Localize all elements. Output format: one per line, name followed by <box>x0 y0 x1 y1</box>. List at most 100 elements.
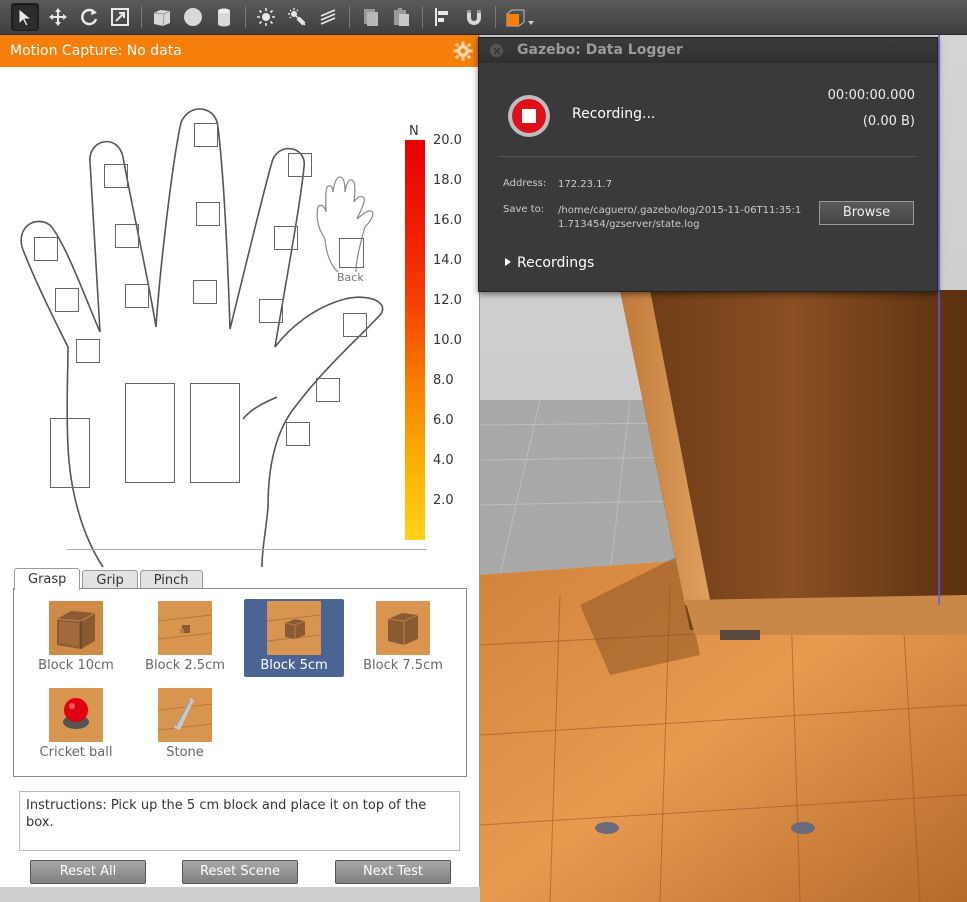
recording-size: (0.00 B) <box>862 114 915 129</box>
sensor-middle-base <box>193 280 217 304</box>
rotate-mode-button[interactable] <box>75 3 103 31</box>
sphere-icon <box>184 8 202 26</box>
save-to-label: Save to: <box>503 204 545 215</box>
task-tabs: Grasp Grip Pinch <box>14 568 205 590</box>
paste-button[interactable] <box>387 3 415 31</box>
object-block-7-5cm[interactable]: Block 7.5cm <box>353 599 453 677</box>
recording-time: 00:00:00.000 <box>827 88 915 103</box>
sensor-middle-mid <box>196 202 220 226</box>
force-unit-label: N <box>409 124 419 139</box>
spotlight-icon <box>288 8 306 26</box>
magnet-icon <box>467 10 481 25</box>
logger-title: Gazebo: Data Logger <box>517 42 683 58</box>
data-logger-dialog: Gazebo: Data Logger Recording... 00:00:0… <box>478 37 938 292</box>
spot-light-button[interactable] <box>283 3 311 31</box>
arrow-cursor-icon <box>18 8 33 27</box>
view-angle-button[interactable] <box>502 3 536 31</box>
panel-header: Motion Capture: No data <box>0 35 479 67</box>
sensor-index-base <box>259 299 283 323</box>
select-mode-button[interactable] <box>11 3 39 31</box>
directional-light-icon <box>320 9 336 25</box>
tab-grasp[interactable]: Grasp <box>14 568 81 590</box>
scale-tick: 4.0 <box>433 453 454 468</box>
stone-thumbnail <box>158 688 212 742</box>
address-value: 172.23.1.7 <box>558 179 613 190</box>
scale-tick: 6.0 <box>433 413 454 428</box>
paste-icon <box>394 8 409 26</box>
sensor-index-mid <box>274 226 298 250</box>
scale-tick: 10.0 <box>433 333 462 348</box>
sensor-palm-left <box>50 418 90 488</box>
scale-tick: 2.0 <box>433 493 454 508</box>
divider <box>499 156 916 157</box>
sensor-pinky-mid <box>55 288 79 312</box>
force-colorbar <box>405 140 425 540</box>
recordings-label: Recordings <box>517 255 595 271</box>
save-path-line1: /home/caguero/.gazebo/log/2015-11-06T11:… <box>558 205 802 216</box>
translate-mode-button[interactable] <box>44 3 72 31</box>
scale-tick: 12.0 <box>433 293 462 308</box>
close-icon[interactable] <box>490 39 503 64</box>
record-stop-button[interactable] <box>508 95 550 137</box>
sensor-thumb-mid <box>316 378 340 402</box>
copy-icon <box>364 9 378 26</box>
align-icon <box>435 8 448 26</box>
save-path-line2: 1.713454/gzserver/state.log <box>558 219 700 230</box>
gear-icon[interactable] <box>453 41 473 61</box>
sun-icon <box>257 8 275 26</box>
point-light-button[interactable] <box>252 3 280 31</box>
cylinder-icon <box>218 8 230 27</box>
block-7-5cm-thumbnail <box>376 601 430 655</box>
object-block-5cm[interactable]: Block 5cm <box>244 599 344 677</box>
hand-pressure-map: Back N 20.0 18.0 16.0 14.0 12.0 10.0 8.0… <box>0 67 480 587</box>
scale-mode-button[interactable] <box>106 3 134 31</box>
sphere-shape-button[interactable] <box>179 3 207 31</box>
logger-titlebar: Gazebo: Data Logger <box>479 38 937 64</box>
scale-tick: 16.0 <box>433 213 462 228</box>
cylinder-shape-button[interactable] <box>210 3 238 31</box>
align-button[interactable] <box>429 3 457 31</box>
reset-scene-button[interactable]: Reset Scene <box>182 860 298 884</box>
copy-button[interactable] <box>356 3 384 31</box>
scale-tick: 14.0 <box>433 253 462 268</box>
tab-pinch[interactable]: Pinch <box>139 570 203 590</box>
reset-all-button[interactable]: Reset All <box>30 860 146 884</box>
sensor-palm-center <box>125 383 175 483</box>
block-2-5cm-thumbnail <box>158 601 212 655</box>
object-stone[interactable]: Stone <box>135 686 235 764</box>
object-cricket-ball[interactable]: Cricket ball <box>26 686 126 764</box>
object-label: Block 2.5cm <box>145 658 225 673</box>
directional-light-button[interactable] <box>314 3 342 31</box>
sensor-palm-right <box>190 383 240 483</box>
object-label: Cricket ball <box>39 745 113 760</box>
stop-icon <box>522 109 536 123</box>
scale-tick: 20.0 <box>433 133 462 148</box>
object-selector: Block 10cm Block 2.5cm Block 5cm Block 7… <box>13 588 467 777</box>
divider <box>67 549 427 550</box>
sensor-ring-base <box>125 284 149 308</box>
scale-tick: 8.0 <box>433 373 454 388</box>
sensor-thumb-base <box>286 422 310 446</box>
view-cube-icon <box>506 9 534 27</box>
scale-icon <box>111 8 129 26</box>
next-test-button[interactable]: Next Test <box>335 860 451 884</box>
cricket-ball-thumbnail <box>49 688 103 742</box>
box-icon <box>153 10 171 27</box>
browse-button[interactable]: Browse <box>819 201 914 225</box>
object-label: Stone <box>166 745 204 760</box>
object-block-2-5cm[interactable]: Block 2.5cm <box>135 599 235 677</box>
block-10cm-thumbnail <box>49 601 103 655</box>
sensor-back <box>339 238 364 268</box>
object-block-10cm[interactable]: Block 10cm <box>26 599 126 677</box>
sensor-ring-mid <box>115 224 139 248</box>
move-arrows-icon <box>49 8 67 26</box>
object-label: Block 5cm <box>260 658 328 673</box>
scale-tick: 18.0 <box>433 173 462 188</box>
tab-grip[interactable]: Grip <box>82 570 138 590</box>
sensor-thumb-tip <box>343 313 367 337</box>
box-shape-button[interactable] <box>148 3 176 31</box>
recordings-expander[interactable]: Recordings <box>505 255 594 271</box>
rotate-icon <box>81 8 98 26</box>
snap-button[interactable] <box>460 3 488 31</box>
block-5cm-thumbnail <box>267 601 321 655</box>
